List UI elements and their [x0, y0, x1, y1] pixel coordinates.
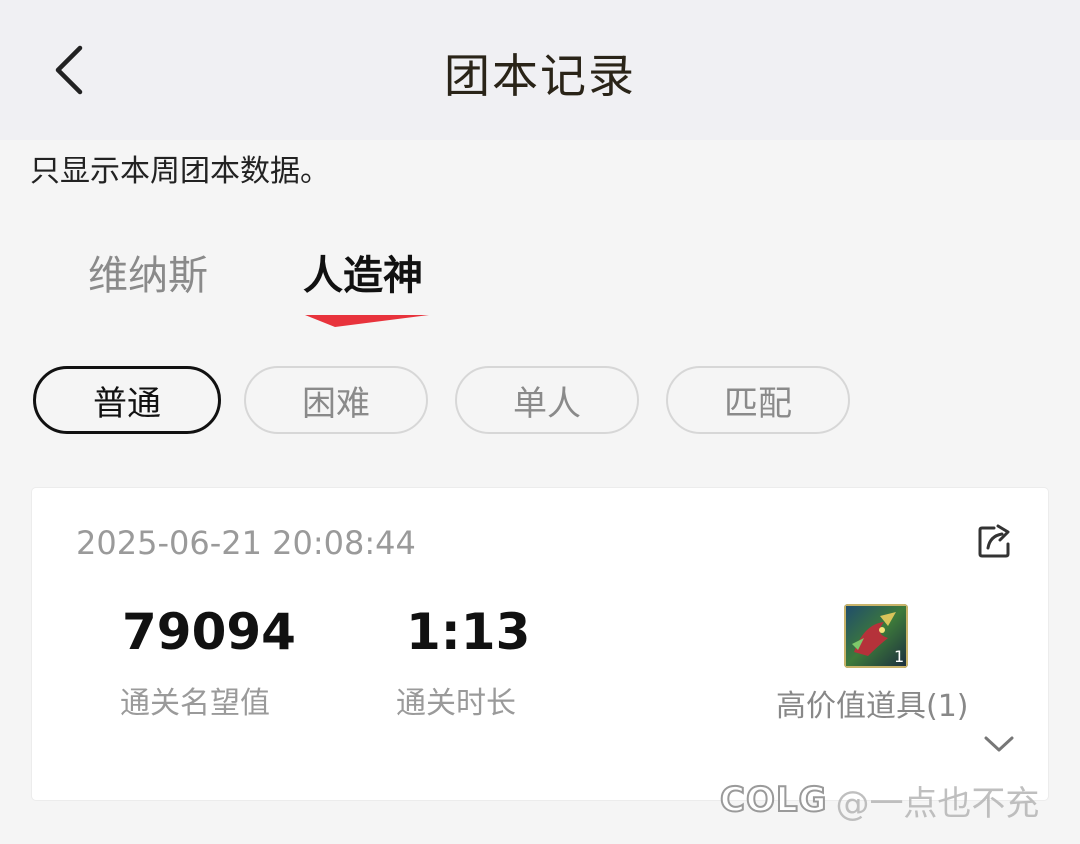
share-icon [978, 524, 1010, 558]
filter-normal[interactable]: 普通 [33, 366, 221, 434]
page-title: 团本记录 [444, 49, 636, 103]
item-count-badge: 1 [894, 647, 904, 666]
dragon-item-icon[interactable]: 1 [844, 604, 908, 668]
filter-match[interactable]: 匹配 [666, 366, 850, 434]
filter-hard[interactable]: 困难 [244, 366, 428, 434]
chevron-down-icon [984, 736, 1014, 752]
expand-button[interactable] [982, 732, 1016, 756]
record-timestamp: 2025-06-21 20:08:44 [76, 524, 416, 562]
watermark-logo: COLG [719, 779, 828, 821]
share-button[interactable] [976, 520, 1016, 560]
filter-solo[interactable]: 单人 [455, 366, 639, 434]
high-value-items-label: 高价值道具(1) [776, 689, 969, 724]
tab-venus[interactable]: 维纳斯 [88, 243, 208, 301]
reputation-value: 79094 [122, 603, 296, 661]
clear-time-label: 通关时长 [396, 686, 516, 721]
clear-time-value: 1:13 [406, 603, 531, 661]
active-tab-indicator [305, 315, 429, 327]
watermark: COLG @一点也不充 [719, 774, 1040, 826]
header-bar: 团本记录 [0, 0, 1080, 140]
reputation-label: 通关名望值 [120, 686, 270, 721]
raid-record-card: 2025-06-21 20:08:44 79094 通关名望值 1:13 通关时… [32, 488, 1048, 800]
tab-artificial-god[interactable]: 人造神 [303, 243, 423, 301]
watermark-text: @一点也不充 [835, 783, 1040, 824]
weekly-notice: 只显示本周团本数据。 [30, 154, 330, 189]
